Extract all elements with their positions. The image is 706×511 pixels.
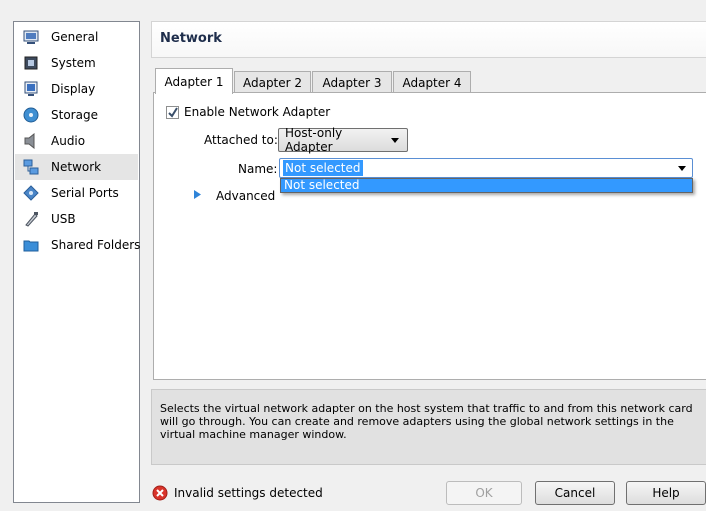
sidebar-item-label: USB: [51, 212, 76, 226]
name-dropdown-list: Not selected: [280, 178, 693, 193]
attached-to-value: Host-only Adapter: [285, 126, 343, 154]
attached-to-label: Attached to:: [204, 133, 278, 147]
page-title: Network: [160, 31, 222, 46]
enable-adapter-label: Enable Network Adapter: [184, 105, 331, 119]
sidebar-item-label: Audio: [51, 134, 86, 148]
cancel-button[interactable]: Cancel: [535, 481, 615, 505]
audio-icon: [24, 133, 35, 149]
sidebar-item-network[interactable]: Network: [15, 154, 138, 180]
tab-adapter-3[interactable]: Adapter 3: [312, 71, 392, 93]
name-select[interactable]: Not selected: [279, 158, 693, 178]
status-text: Invalid settings detected: [174, 486, 323, 500]
tab-adapter-4[interactable]: Adapter 4: [393, 71, 471, 93]
chevron-down-icon: [391, 137, 399, 143]
sidebar-item-serial-ports[interactable]: Serial Ports: [15, 180, 138, 206]
page-header: Network: [151, 21, 706, 58]
attached-to-select[interactable]: Host-only Adapter: [278, 126, 408, 154]
sidebar-item-label: Display: [51, 82, 96, 96]
sidebar-item-label: Storage: [51, 108, 98, 122]
system-icon: [24, 56, 38, 70]
sidebar-item-label: Serial Ports: [51, 186, 119, 200]
sidebar-item-audio[interactable]: Audio: [15, 128, 138, 154]
tab-adapter-2[interactable]: Adapter 2: [234, 71, 311, 93]
sidebar-item-label: System: [51, 56, 96, 70]
display-icon: [24, 81, 38, 96]
dropdown-option[interactable]: Not selected: [281, 179, 692, 192]
sidebar-item-system[interactable]: System: [15, 50, 138, 76]
checkmark-icon: [168, 107, 178, 118]
description-text: Selects the virtual network adapter on t…: [160, 402, 693, 441]
serial-ports-icon: [23, 185, 39, 201]
usb-icon: [25, 212, 38, 227]
sidebar-item-label: Shared Folders: [51, 238, 141, 252]
sidebar-item-shared-folders[interactable]: Shared Folders: [15, 232, 141, 258]
sidebar-item-usb[interactable]: USB: [15, 206, 138, 232]
error-icon: [152, 485, 168, 501]
settings-category-list: General System Display Storage Audio Net…: [13, 21, 140, 503]
advanced-toggle[interactable]: Advanced: [216, 189, 275, 203]
shared-folders-icon: [23, 240, 39, 252]
name-selected-value: Not selected: [283, 160, 363, 176]
chevron-down-icon: [678, 165, 686, 171]
sidebar-item-display[interactable]: Display: [15, 76, 138, 102]
expand-arrow-icon[interactable]: [193, 189, 202, 200]
name-label: Name:: [238, 162, 278, 176]
enable-adapter-checkbox[interactable]: [166, 106, 179, 119]
sidebar-item-storage[interactable]: Storage: [15, 102, 138, 128]
help-button[interactable]: Help: [626, 481, 706, 505]
general-icon: [23, 30, 39, 44]
ok-button[interactable]: OK: [446, 481, 522, 505]
description-panel: Selects the virtual network adapter on t…: [151, 389, 706, 465]
storage-icon: [23, 107, 39, 123]
sidebar-item-general[interactable]: General: [15, 24, 138, 50]
sidebar-item-label: General: [51, 30, 99, 44]
sidebar-item-label: Network: [51, 160, 102, 174]
network-icon: [23, 159, 39, 175]
tab-adapter-1[interactable]: Adapter 1: [155, 68, 233, 94]
